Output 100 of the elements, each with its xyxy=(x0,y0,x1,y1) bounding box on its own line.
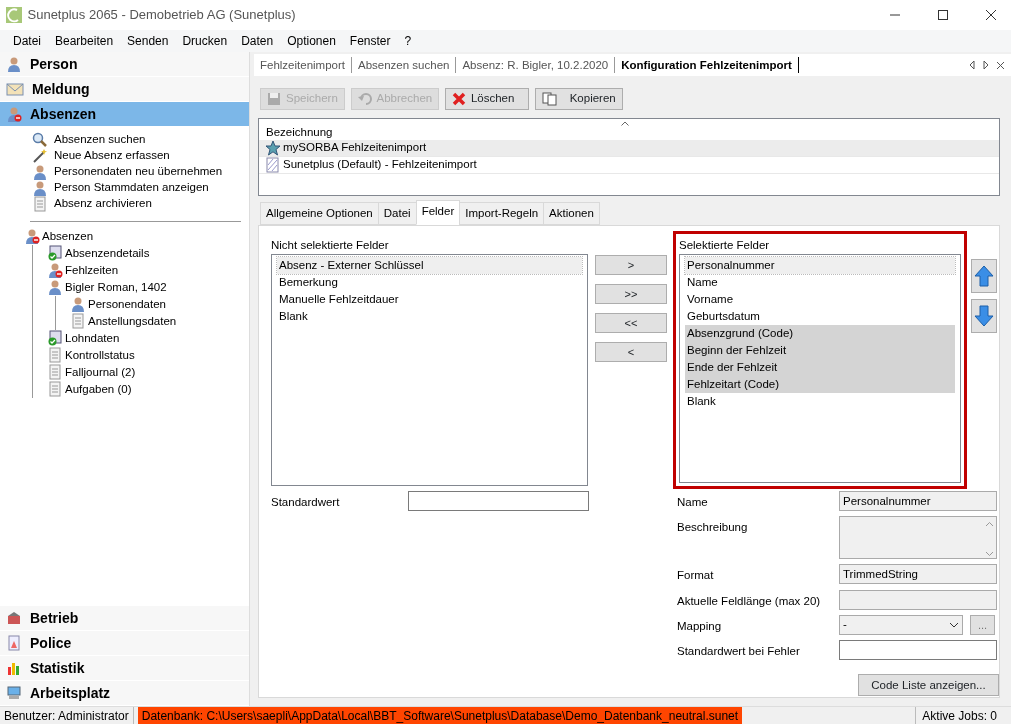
list-item[interactable]: Blank xyxy=(277,308,582,325)
move-button[interactable]: < xyxy=(595,342,667,362)
wand-icon xyxy=(32,147,48,164)
input-field[interactable]: TrimmedString xyxy=(839,564,997,585)
input-field[interactable]: Personalnummer xyxy=(839,491,997,511)
list-item[interactable]: Name xyxy=(685,274,955,291)
toolbar-button[interactable]: Kopieren xyxy=(534,88,623,110)
tree-item[interactable]: Personendaten xyxy=(70,295,249,313)
code-list-button[interactable]: Code Liste anzeigen... xyxy=(858,674,999,697)
move-down-button[interactable] xyxy=(971,299,997,333)
save-icon xyxy=(267,92,281,106)
menu-item[interactable]: Datei xyxy=(6,32,48,50)
sidebar-section[interactable]: Statistik xyxy=(0,656,249,681)
document-icon xyxy=(70,313,86,330)
tree-item[interactable]: Bigler Roman, 1402 xyxy=(47,278,249,296)
sidebar-section[interactable]: Person xyxy=(0,52,249,77)
menu-item[interactable]: Bearbeiten xyxy=(48,32,121,50)
copy-icon xyxy=(541,92,558,106)
tree-item[interactable]: Absenzen xyxy=(24,227,249,245)
document-icon xyxy=(47,347,63,364)
move-button[interactable]: >> xyxy=(595,284,667,304)
document-tab[interactable]: Absenz: R. Bigler, 10.2.2020 xyxy=(456,57,616,73)
sidebar-section[interactable]: Police xyxy=(0,631,249,656)
move-button[interactable]: << xyxy=(595,313,667,333)
list-label: Selektierte Felder xyxy=(679,238,771,253)
action-link[interactable]: Personendaten neu übernehmen xyxy=(0,163,249,180)
sidebar-section[interactable]: Absenzen xyxy=(0,102,249,127)
sidebar-section[interactable]: Arbeitsplatz xyxy=(0,681,249,706)
close-icon xyxy=(985,9,998,21)
tree-item[interactable]: Lohndaten xyxy=(47,329,249,347)
list-item[interactable]: Vorname xyxy=(685,291,955,308)
check-icon xyxy=(47,330,63,347)
text-area[interactable] xyxy=(839,516,997,560)
menu-item[interactable]: Daten xyxy=(234,32,281,50)
undo-icon xyxy=(357,92,372,106)
field-label: Aktuelle Feldlänge (max 20) xyxy=(677,593,822,609)
grid-row[interactable]: Sunetplus (Default) - Fehlzeitenimport xyxy=(259,157,999,174)
bar-chart-icon xyxy=(6,660,22,676)
search-icon xyxy=(32,131,48,148)
input-field[interactable] xyxy=(839,640,997,660)
input-field[interactable] xyxy=(408,491,589,511)
document-tab[interactable]: Absenzen suchen xyxy=(352,57,457,73)
list-item[interactable]: Manuelle Fehlzeitdauer xyxy=(277,291,582,308)
tree-item[interactable]: Aufgaben (0) xyxy=(47,380,249,398)
app-logo-icon xyxy=(5,7,22,23)
tab[interactable]: Allgemeine Optionen xyxy=(260,201,379,225)
tab[interactable]: Import-Regeln xyxy=(459,201,545,225)
person-icon xyxy=(32,179,48,196)
list-label: Nicht selektierte Felder xyxy=(271,238,390,253)
tab[interactable]: Datei xyxy=(377,201,417,225)
sidebar-section[interactable]: Meldung xyxy=(0,77,249,102)
menu-item[interactable]: ? xyxy=(397,32,419,50)
action-link[interactable]: Neue Absenz erfassen xyxy=(0,147,249,164)
person-icon xyxy=(70,296,86,313)
person-icon xyxy=(32,163,48,180)
action-link[interactable]: Absenzen suchen xyxy=(0,131,249,148)
list-item[interactable]: Bemerkung xyxy=(277,274,582,291)
field-label: Standardwert xyxy=(271,495,341,510)
tab[interactable]: Felder xyxy=(415,199,461,225)
person-absence-icon xyxy=(6,106,22,122)
list-item[interactable]: Ende der Fehlzeit xyxy=(685,359,955,376)
sidebar-section[interactable]: Betrieb xyxy=(0,606,249,631)
list-item[interactable]: Fehlzeitart (Code) xyxy=(685,376,955,393)
column-header[interactable]: Bezeichnung xyxy=(266,124,333,142)
person-absence-icon xyxy=(47,262,63,279)
building-icon xyxy=(6,610,22,626)
tree-item[interactable]: Kontrollstatus xyxy=(47,346,249,364)
move-button[interactable]: > xyxy=(595,255,667,275)
list-item[interactable]: Geburtsdatum xyxy=(685,308,955,325)
tab[interactable]: Aktionen xyxy=(543,201,600,225)
document-icon xyxy=(32,195,48,212)
tree-item[interactable]: Falljournal (2) xyxy=(47,363,249,381)
menu-item[interactable]: Optionen xyxy=(280,32,343,50)
action-link[interactable]: Person Stammdaten anzeigen xyxy=(0,179,249,196)
move-up-button[interactable] xyxy=(971,259,997,293)
menu-item[interactable]: Senden xyxy=(120,32,176,50)
list-item[interactable]: Personalnummer xyxy=(685,257,955,274)
tree-item[interactable]: Fehlzeiten xyxy=(47,261,249,279)
menu-item[interactable]: Fenster xyxy=(342,32,398,50)
document-tab[interactable]: Fehlzeitenimport xyxy=(254,57,352,73)
menu-item[interactable]: Drucken xyxy=(175,32,235,50)
chevron-down-icon xyxy=(949,621,959,628)
list-item[interactable]: Beginn der Fehlzeit xyxy=(685,342,955,359)
list-item[interactable]: Absenzgrund (Code) xyxy=(685,325,955,342)
grid-row[interactable]: mySORBA Fehlzeitenimport xyxy=(259,140,999,157)
input-field[interactable] xyxy=(839,589,997,610)
status-user: Benutzer: Administrator xyxy=(0,706,134,724)
toolbar-button[interactable]: Löschen xyxy=(444,88,529,110)
tree-item[interactable]: Anstellungsdaten xyxy=(70,312,249,330)
action-link[interactable]: Absenz archivieren xyxy=(0,195,249,212)
status-database: Datenbank: C:\Users\saepli\AppData\Local\BBT_Software\Sunetplus\Database\Demo_Datenbank_neutral.sunet xyxy=(137,706,743,724)
scroll-left-icon xyxy=(968,60,976,70)
dropdown[interactable]: - xyxy=(839,614,963,635)
list-item[interactable]: Absenz - Externer Schlüssel xyxy=(277,257,582,274)
person-icon xyxy=(6,56,22,72)
document-tab[interactable]: Konfiguration Fehlzeitenimport xyxy=(615,57,799,73)
field-label: Mapping xyxy=(677,618,723,634)
tree-item[interactable]: Absenzendetails xyxy=(47,244,249,262)
sort-icon xyxy=(621,121,629,126)
list-item[interactable]: Blank xyxy=(685,393,955,410)
